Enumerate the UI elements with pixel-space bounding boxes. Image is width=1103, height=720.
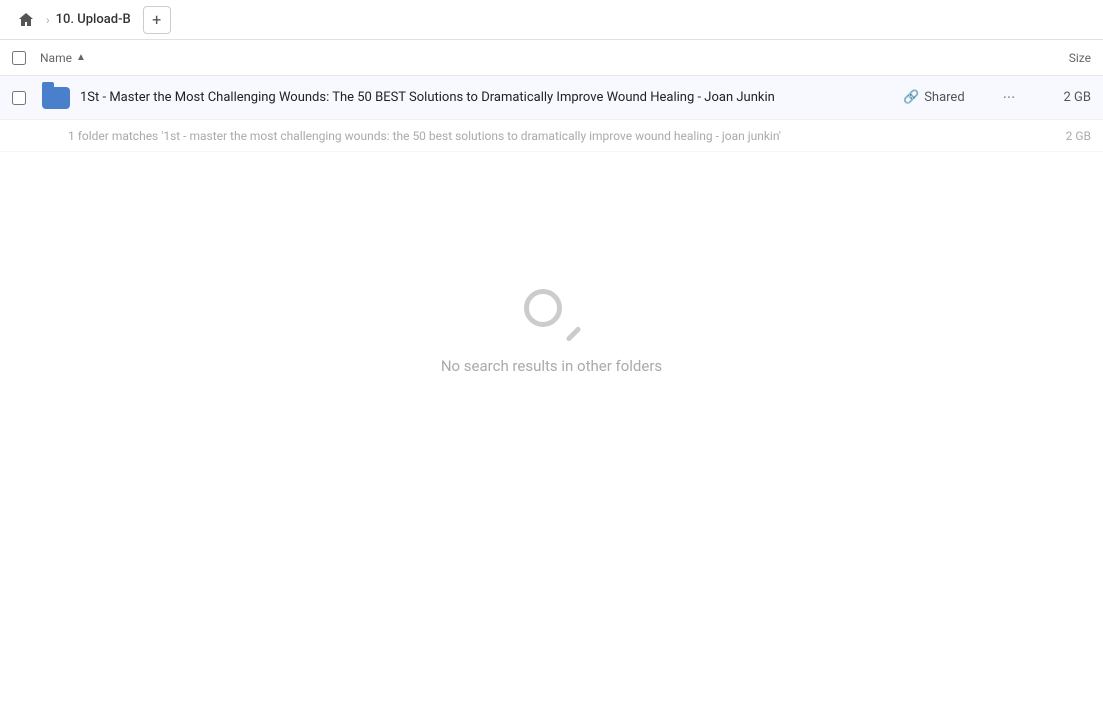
file-row[interactable]: 1St - Master the Most Challenging Wounds… xyxy=(0,76,1103,120)
search-handle xyxy=(565,326,581,342)
empty-message: No search results in other folders xyxy=(441,357,662,375)
folder-icon xyxy=(40,82,72,114)
size-column-header: Size xyxy=(1011,51,1091,65)
name-column-header[interactable]: Name ▲ xyxy=(40,51,1011,65)
row-checkbox-input[interactable] xyxy=(12,91,26,105)
empty-state: No search results in other folders xyxy=(0,152,1103,512)
top-bar: › 10. Upload-B + xyxy=(0,0,1103,40)
breadcrumb-folder[interactable]: 10. Upload-B xyxy=(56,12,131,27)
select-all-checkbox[interactable] xyxy=(12,51,40,65)
match-text: 1 folder matches '1st - master the most … xyxy=(68,129,1031,143)
folder-shape xyxy=(42,87,70,109)
shared-label: Shared xyxy=(924,90,964,105)
add-button[interactable]: + xyxy=(143,6,171,34)
home-button[interactable] xyxy=(12,6,40,34)
sort-arrow-icon: ▲ xyxy=(76,52,86,63)
link-icon: 🔗 xyxy=(903,90,919,105)
match-info-row: 1 folder matches '1st - master the most … xyxy=(0,120,1103,152)
match-size: 2 GB xyxy=(1031,129,1091,143)
search-circle xyxy=(524,289,562,327)
select-all-input[interactable] xyxy=(12,51,26,65)
file-name: 1St - Master the Most Challenging Wounds… xyxy=(80,90,903,105)
shared-badge: 🔗 Shared xyxy=(903,90,983,105)
breadcrumb-separator: › xyxy=(46,13,50,27)
row-checkbox[interactable] xyxy=(12,91,40,105)
column-header: Name ▲ Size xyxy=(0,40,1103,76)
file-size: 2 GB xyxy=(1031,90,1091,105)
more-options-button[interactable]: ··· xyxy=(995,84,1023,112)
no-results-icon xyxy=(524,289,580,345)
